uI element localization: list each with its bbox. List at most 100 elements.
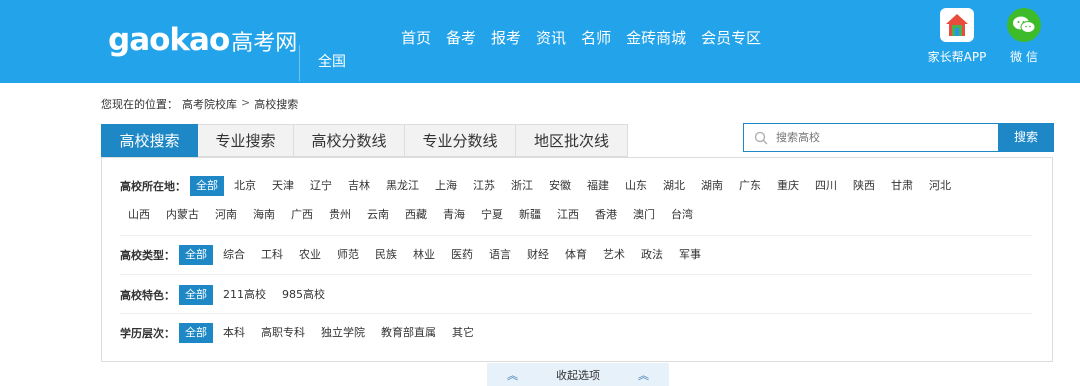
collapse-options-button[interactable]: ︽ 收起选项 ︽ xyxy=(487,363,669,386)
location-option[interactable]: 贵州 xyxy=(323,205,357,225)
type-option[interactable]: 民族 xyxy=(369,245,403,265)
nav-item-store[interactable]: 金砖商城 xyxy=(626,28,686,48)
location-option[interactable]: 广东 xyxy=(733,176,767,196)
tab-college-scores[interactable]: 高校分数线 xyxy=(294,124,405,157)
wechat-icon xyxy=(1007,8,1041,42)
search-input[interactable] xyxy=(776,131,976,144)
type-option[interactable]: 语言 xyxy=(483,245,517,265)
filter-row-level: 学历层次： 全部 本科 高职专科 独立学院 教育部直属 其它 xyxy=(120,323,484,343)
wechat-label: 微 信 xyxy=(1010,50,1038,64)
location-option[interactable]: 辽宁 xyxy=(304,176,338,196)
location-option[interactable]: 浙江 xyxy=(505,176,539,196)
feature-option[interactable]: 全部 xyxy=(179,285,213,305)
logo-cn: 高考网 xyxy=(231,31,298,56)
type-option[interactable]: 全部 xyxy=(179,245,213,265)
row-divider xyxy=(120,313,1032,314)
location-option[interactable]: 黑龙江 xyxy=(380,176,425,196)
nav-item-members[interactable]: 会员专区 xyxy=(701,28,761,48)
location-option[interactable]: 广西 xyxy=(285,205,319,225)
search-tabs: 高校搜索 专业搜索 高校分数线 专业分数线 地区批次线 xyxy=(101,124,628,157)
location-option[interactable]: 香港 xyxy=(589,205,623,225)
breadcrumb-item-library[interactable]: 高考院校库 xyxy=(182,96,237,112)
nav-item-prepare[interactable]: 备考 xyxy=(446,28,476,48)
type-option[interactable]: 医药 xyxy=(445,245,479,265)
feature-option[interactable]: 985高校 xyxy=(276,285,331,305)
type-option[interactable]: 财经 xyxy=(521,245,555,265)
tab-major-search[interactable]: 专业搜索 xyxy=(198,124,294,157)
location-option[interactable]: 吉林 xyxy=(342,176,376,196)
location-option[interactable]: 澳门 xyxy=(627,205,661,225)
location-option[interactable]: 内蒙古 xyxy=(160,205,205,225)
main-nav: 首页 备考 报考 资讯 名师 金砖商城 会员专区 xyxy=(401,28,776,48)
type-option[interactable]: 林业 xyxy=(407,245,441,265)
breadcrumb-separator: > xyxy=(241,96,251,109)
location-option[interactable]: 江苏 xyxy=(467,176,501,196)
type-option[interactable]: 师范 xyxy=(331,245,365,265)
site-logo[interactable]: gaokao高考网 xyxy=(108,20,297,64)
filter-row-feature: 高校特色： 全部 211高校 985高校 xyxy=(120,285,335,305)
level-option[interactable]: 高职专科 xyxy=(255,323,311,343)
breadcrumb-prefix: 您现在的位置： xyxy=(101,98,178,111)
tab-major-scores[interactable]: 专业分数线 xyxy=(405,124,516,157)
type-option[interactable]: 军事 xyxy=(673,245,707,265)
location-option[interactable]: 陕西 xyxy=(847,176,881,196)
type-option[interactable]: 综合 xyxy=(217,245,251,265)
nav-item-news[interactable]: 资讯 xyxy=(536,28,566,48)
location-option[interactable]: 上海 xyxy=(429,176,463,196)
level-option[interactable]: 全部 xyxy=(179,323,213,343)
nav-item-teachers[interactable]: 名师 xyxy=(581,28,611,48)
tab-college-search[interactable]: 高校搜索 xyxy=(101,124,198,157)
location-option[interactable]: 新疆 xyxy=(513,205,547,225)
breadcrumb: 您现在的位置： 高考院校库 > 高校搜索 xyxy=(101,96,298,112)
location-option[interactable]: 河南 xyxy=(209,205,243,225)
location-option[interactable]: 宁夏 xyxy=(475,205,509,225)
filter-panel: 高校所在地： 全部 北京 天津 辽宁 吉林 黑龙江 上海 江苏 浙江 安徽 福建… xyxy=(101,157,1053,362)
search-input-box[interactable] xyxy=(743,123,998,152)
level-option[interactable]: 本科 xyxy=(217,323,251,343)
feature-option[interactable]: 211高校 xyxy=(217,285,272,305)
wechat-link[interactable]: 微 信 xyxy=(989,8,1059,65)
location-option[interactable]: 重庆 xyxy=(771,176,805,196)
location-option[interactable]: 甘肃 xyxy=(885,176,919,196)
parent-app-link[interactable]: 家长帮APP xyxy=(922,8,992,65)
level-option[interactable]: 其它 xyxy=(446,323,480,343)
tab-region-batch-lines[interactable]: 地区批次线 xyxy=(516,124,628,157)
location-option[interactable]: 四川 xyxy=(809,176,843,196)
level-option[interactable]: 教育部直属 xyxy=(375,323,442,343)
location-option[interactable]: 全部 xyxy=(190,176,224,196)
location-option[interactable]: 安徽 xyxy=(543,176,577,196)
search-button[interactable]: 搜索 xyxy=(998,123,1054,152)
filter-row-location-cont: 山西 内蒙古 河南 海南 广西 贵州 云南 西藏 青海 宁夏 新疆 江西 香港 … xyxy=(122,205,703,225)
nav-item-home[interactable]: 首页 xyxy=(401,28,431,48)
level-option[interactable]: 独立学院 xyxy=(315,323,371,343)
type-option[interactable]: 农业 xyxy=(293,245,327,265)
location-option[interactable]: 江西 xyxy=(551,205,585,225)
location-option[interactable]: 云南 xyxy=(361,205,395,225)
location-option[interactable]: 湖南 xyxy=(695,176,729,196)
type-option[interactable]: 艺术 xyxy=(597,245,631,265)
location-option[interactable]: 湖北 xyxy=(657,176,691,196)
location-option[interactable]: 山东 xyxy=(619,176,653,196)
region-selector[interactable]: 全国 xyxy=(318,51,346,71)
location-option[interactable]: 台湾 xyxy=(665,205,699,225)
location-option[interactable]: 山西 xyxy=(122,205,156,225)
row-divider xyxy=(120,235,1032,236)
location-option[interactable]: 北京 xyxy=(228,176,262,196)
location-option[interactable]: 西藏 xyxy=(399,205,433,225)
type-option[interactable]: 体育 xyxy=(559,245,593,265)
location-option[interactable]: 福建 xyxy=(581,176,615,196)
type-option[interactable]: 政法 xyxy=(635,245,669,265)
filter-label-location: 高校所在地： xyxy=(120,180,186,193)
nav-item-apply[interactable]: 报考 xyxy=(491,28,521,48)
chevron-double-up-icon: ︽ xyxy=(638,368,649,382)
location-option[interactable]: 海南 xyxy=(247,205,281,225)
location-option[interactable]: 河北 xyxy=(923,176,957,196)
filter-label-type: 高校类型： xyxy=(120,249,175,262)
logo-en: gaokao xyxy=(108,22,230,58)
filter-label-feature: 高校特色： xyxy=(120,289,175,302)
location-option[interactable]: 青海 xyxy=(437,205,471,225)
parent-app-icon xyxy=(940,8,974,42)
type-option[interactable]: 工科 xyxy=(255,245,289,265)
row-divider xyxy=(120,274,1032,275)
location-option[interactable]: 天津 xyxy=(266,176,300,196)
